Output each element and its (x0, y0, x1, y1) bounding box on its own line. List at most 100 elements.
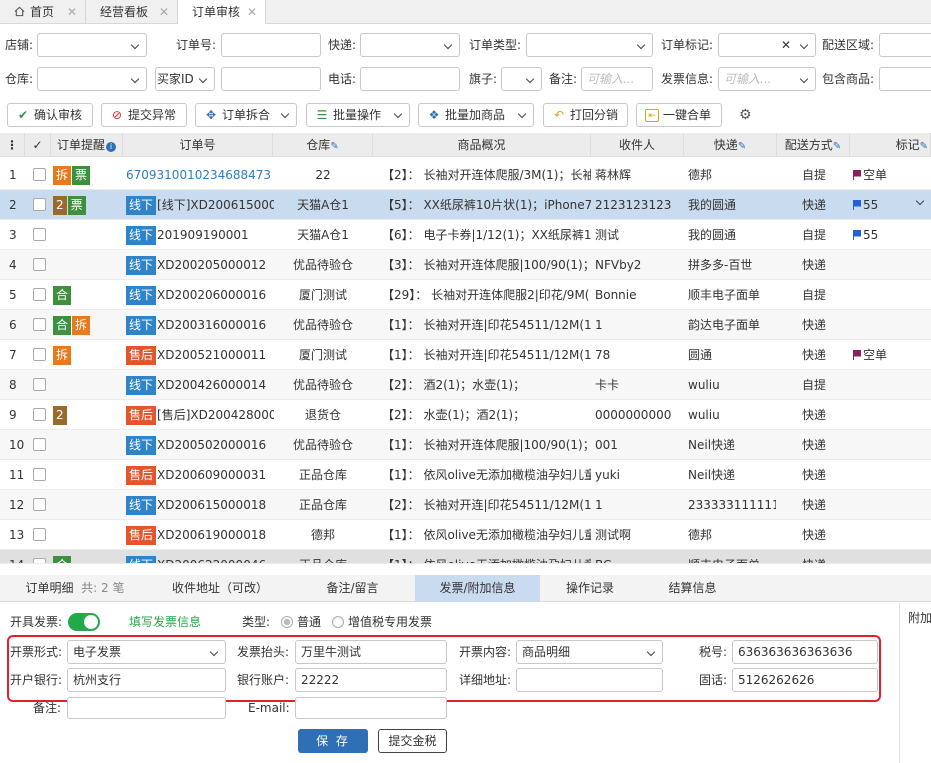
column-menu-icon[interactable]: ⋮ (0, 133, 25, 157)
tab-invoice[interactable]: 发票/附加信息 (415, 575, 540, 602)
tab-settle[interactable]: 结算信息 (640, 575, 745, 602)
table-row[interactable]: 22票线下[线下]XD20061500005天猫A仓1【5】： XX纸尿裤10片… (0, 190, 931, 220)
row-checkbox[interactable] (33, 168, 46, 181)
table-row[interactable]: 11 售后 XD200609000031 正品仓库 【1】： 依风olive无添加橄榄油… (0, 460, 931, 490)
close-icon[interactable]: ✕ (159, 0, 169, 24)
buyer-id-input[interactable] (221, 67, 321, 91)
order-no-cell[interactable]: 线下 XD200205000012 (126, 250, 274, 280)
row-checkbox[interactable] (33, 258, 46, 271)
order-no-cell[interactable]: 线下 XD200426000014 (126, 370, 274, 400)
submit-exception-button[interactable]: ⊘ 提交异常 (101, 103, 187, 127)
order-no-cell[interactable]: 售后 XD200521000011 (126, 340, 274, 370)
tax-no-input[interactable]: 636363636363636 (732, 640, 878, 664)
batch-add-goods-button[interactable]: ❖ 批量加商品 (418, 103, 534, 127)
row-checkbox[interactable] (33, 408, 46, 421)
table-row[interactable]: 5 合 线下 XD200206000016 厦门测试 【29】： 长袖对开连体爬服2|印花… (0, 280, 931, 310)
merge-orders-button[interactable]: ⇤ 一键合单 (636, 103, 722, 127)
row-checkbox[interactable] (33, 468, 46, 481)
order-no-cell[interactable]: 线下 XD200206000016 (126, 280, 274, 310)
invoice-title-input[interactable]: 万里牛测试 (295, 640, 447, 664)
remark-input[interactable]: 可输入... (581, 67, 653, 91)
table-row[interactable]: 13 售后 XD200619000018 德邦 【1】： 依风olive无添加橄榄油孕妇… (0, 520, 931, 550)
type-vat-radio[interactable]: 增值税专用发票 (332, 610, 432, 634)
submit-tax-button[interactable]: 提交金税 (378, 729, 447, 753)
row-checkbox[interactable] (33, 288, 46, 301)
clear-icon[interactable]: ✕ (781, 34, 791, 56)
row-checkbox[interactable] (33, 318, 46, 331)
table-row[interactable]: 3 线下 201909190001 天猫A仓1 【6】： 电子卡券|1/12(1)；XX… (0, 220, 931, 250)
table-row[interactable]: 4 线下 XD200205000012 优品待验仓 【3】： 长袖对开连体爬服|100/… (0, 250, 931, 280)
tab-address[interactable]: 收件地址（可改） (160, 575, 280, 602)
column-order-no[interactable]: 订单号 (123, 133, 273, 157)
invoice-content-select[interactable]: 商品明细 (516, 640, 663, 664)
tab-order-detail[interactable]: 订单明细 共: 2 笔 (0, 575, 150, 602)
table-row[interactable]: 1 拆票 6709310010234688473 22 【2】： 长袖对开连体爬服/3M… (0, 160, 931, 190)
row-checkbox[interactable] (33, 558, 46, 563)
bank-input[interactable]: 杭州支行 (67, 668, 226, 692)
row-checkbox[interactable] (33, 438, 46, 451)
table-row[interactable]: 10 线下 XD200502000016 优品待验仓 【1】： 长袖对开连体爬服|100… (0, 430, 931, 460)
table-row[interactable]: 12 线下 XD200615000018 正品仓库 【2】： 长袖对开连|印花54511… (0, 490, 931, 520)
save-button[interactable]: 保 存 (298, 729, 368, 753)
order-no-cell[interactable]: 售后 [售后]XD2004280000 (126, 400, 274, 430)
order-no-cell[interactable]: 线下 XD200502000016 (126, 430, 274, 460)
landline-input[interactable]: 5126262626 (732, 668, 878, 692)
warehouse-select[interactable] (37, 67, 147, 91)
delivery-area-input[interactable] (879, 33, 931, 57)
split-merge-button[interactable]: ✥ 订单拆合 (195, 103, 297, 127)
close-icon[interactable]: ✕ (67, 0, 77, 24)
tab-remark[interactable]: 备注/留言 (290, 575, 415, 602)
address-input[interactable] (516, 668, 663, 692)
table-row[interactable]: 9 2 售后 [售后]XD2004280000 退货仓 【2】： 水壶(1)；酒2(1)；… (0, 400, 931, 430)
order-no-cell[interactable]: 线下 XD200615000018 (126, 490, 274, 520)
tab-order-audit[interactable]: 订单审核 ✕ (178, 0, 266, 24)
return-distribution-button[interactable]: ↶ 打回分销 (543, 103, 628, 127)
row-checkbox[interactable] (33, 198, 46, 211)
column-goods[interactable]: 商品概况 (373, 133, 591, 157)
invoice-form-select[interactable]: 电子发票 (67, 640, 226, 664)
contains-goods-input[interactable] (879, 67, 931, 91)
fill-invoice-link[interactable]: 填写发票信息 (129, 610, 201, 634)
invoice-info-select[interactable]: 可输入... (718, 67, 816, 91)
column-ship-method[interactable]: 配送方式✎ (777, 133, 850, 157)
row-checkbox[interactable] (33, 228, 46, 241)
table-row[interactable]: 8 线下 XD200426000014 优品待验仓 【2】： 酒2(1)；水壶(1)； 卡… (0, 370, 931, 400)
order-no-cell[interactable]: 线下 201909190001 (126, 220, 274, 250)
type-normal-radio[interactable]: 普通 (281, 610, 321, 634)
flag-select[interactable] (501, 67, 542, 91)
table-row[interactable]: 7 拆 售后 XD200521000011 厦门测试 【1】： 长袖对开连|印花54511… (0, 340, 931, 370)
invoice-remark-input[interactable] (67, 697, 226, 719)
phone-input[interactable] (360, 67, 460, 91)
table-row[interactable]: 14合线下XD200622000046正品仓库【1】： 依风olive无添加橄榄… (0, 550, 931, 564)
column-reminder[interactable]: 订单提醒 i (51, 133, 123, 157)
column-receiver[interactable]: 收件人 (591, 133, 684, 157)
column-mark[interactable]: 标记✎ (850, 133, 931, 157)
issue-invoice-toggle[interactable] (68, 613, 100, 631)
close-icon[interactable]: ✕ (247, 0, 257, 24)
order-no-cell[interactable]: 售后 XD200619000018 (126, 520, 274, 550)
order-no-cell[interactable]: 线下[线下]XD20061500005 (126, 190, 274, 220)
order-type-select[interactable] (526, 33, 653, 57)
bank-account-input[interactable]: 22222 (295, 668, 447, 692)
row-checkbox[interactable] (33, 348, 46, 361)
order-no-cell[interactable]: 线下XD200622000046 (126, 550, 274, 563)
email-input[interactable] (295, 697, 447, 719)
order-mark-select[interactable]: ✕ (718, 33, 816, 57)
tab-home[interactable]: 首页 ✕ (0, 0, 86, 24)
order-no-cell[interactable]: 线下 XD200316000016 (126, 310, 274, 340)
order-no-cell[interactable]: 6709310010234688473 (126, 160, 274, 190)
batch-operation-button[interactable]: ☰ 批量操作 (306, 103, 410, 127)
buyer-id-select[interactable]: 买家ID (155, 67, 215, 91)
row-checkbox[interactable] (33, 498, 46, 511)
tab-log[interactable]: 操作记录 (540, 575, 640, 602)
tab-dashboard[interactable]: 经营看板 ✕ (86, 0, 178, 24)
shop-select[interactable] (37, 33, 147, 57)
row-checkbox[interactable] (33, 378, 46, 391)
express-select[interactable] (360, 33, 460, 57)
confirm-audit-button[interactable]: ✔ 确认审核 (7, 103, 93, 127)
order-no-input[interactable] (221, 33, 321, 57)
order-no[interactable]: 6709310010234688473 (126, 168, 271, 182)
column-express[interactable]: 快递✎ (684, 133, 777, 157)
gear-icon[interactable]: ⚙ (739, 107, 752, 123)
row-checkbox[interactable] (33, 528, 46, 541)
